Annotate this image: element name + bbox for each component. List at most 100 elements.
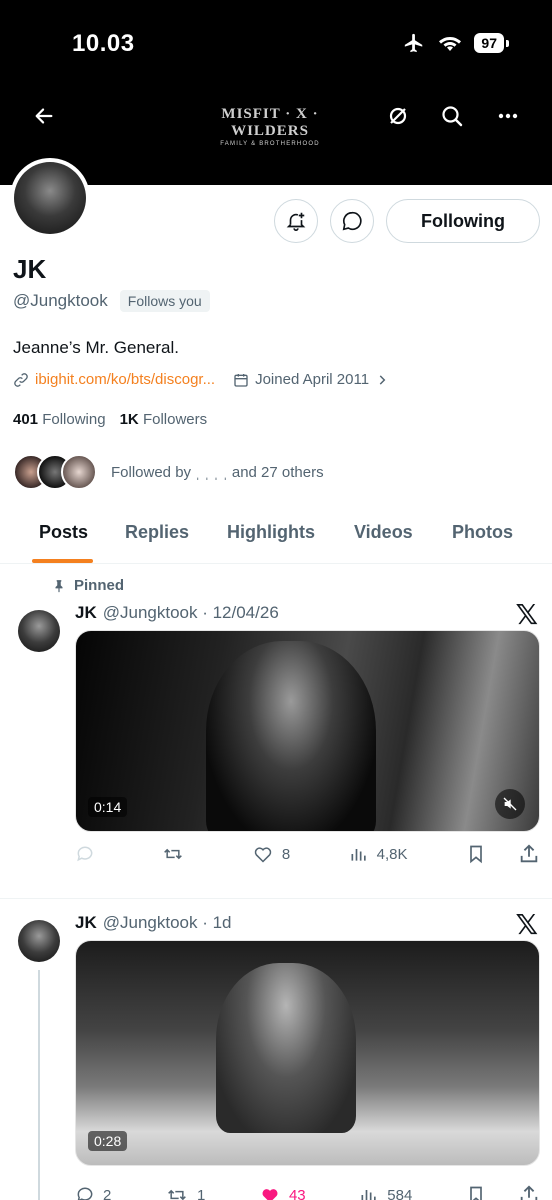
profile-handle: @Jungktook bbox=[13, 291, 108, 310]
tab-replies[interactable]: Replies bbox=[125, 522, 189, 543]
tweet-actions: 8 4,8K bbox=[75, 843, 540, 865]
profile-avatar[interactable] bbox=[10, 158, 90, 238]
tab-photos[interactable]: Photos bbox=[452, 522, 513, 543]
profile-meta: ibighit.com/ko/bts/discogr... Joined Apr… bbox=[13, 371, 389, 388]
reply-count: 2 bbox=[103, 1186, 112, 1200]
retweet-button[interactable] bbox=[161, 844, 193, 864]
grok-button[interactable] bbox=[378, 96, 418, 136]
following-label: Following bbox=[42, 411, 106, 428]
following-count: 401 bbox=[13, 411, 39, 428]
views-button[interactable]: 4,8K bbox=[349, 844, 408, 864]
share-icon[interactable] bbox=[518, 1184, 540, 1200]
tab-posts[interactable]: Posts bbox=[39, 522, 88, 543]
profile-bio: Jeanne’s Mr. General. bbox=[13, 338, 179, 357]
like-count: 43 bbox=[288, 1186, 306, 1200]
like-count: 8 bbox=[281, 845, 291, 863]
search-button[interactable] bbox=[432, 96, 472, 136]
brand-logo: MISFIT · X · WILDERS FAMILY & BROTHERHOO… bbox=[190, 106, 350, 147]
tweet-actions: 2 1 43 584 bbox=[75, 1184, 540, 1200]
follow-counts: 401 Following 1K Followers bbox=[13, 411, 207, 428]
more-horizontal-icon bbox=[498, 113, 518, 119]
tweet-divider bbox=[0, 898, 552, 899]
retweet-count: 1 bbox=[196, 1186, 206, 1200]
profile-tabs: Posts Replies Highlights Videos Photos bbox=[0, 508, 552, 564]
tweet-video[interactable]: 0:28 bbox=[75, 940, 540, 1166]
brand-title: MISFIT · X · WILDERS bbox=[221, 106, 319, 139]
status-time: 10.03 bbox=[72, 30, 135, 57]
followed-by-row[interactable]: Followed by ˌ ˌ ˌ ˌ and 27 others bbox=[13, 454, 324, 490]
follows-you-badge: Follows you bbox=[119, 290, 210, 312]
pinned-text: Pinned bbox=[74, 577, 125, 594]
video-duration: 0:28 bbox=[88, 1131, 128, 1151]
view-count: 4,8K bbox=[376, 845, 408, 863]
pinned-label: Pinned bbox=[52, 577, 124, 594]
grok-icon bbox=[389, 107, 407, 125]
profile-name: JK bbox=[13, 254, 47, 284]
top-nav: MISFIT · X · WILDERS FAMILY & BROTHERHOO… bbox=[0, 94, 552, 147]
bar-chart-icon bbox=[351, 849, 366, 861]
share-icon[interactable] bbox=[518, 843, 540, 865]
bookmark-icon[interactable] bbox=[466, 1185, 486, 1200]
following-button[interactable]: Following bbox=[386, 199, 540, 243]
back-button[interactable] bbox=[24, 96, 64, 136]
more-button[interactable] bbox=[488, 96, 528, 136]
followed-by-text: Followed by ˌ ˌ ˌ ˌ and 27 others bbox=[111, 463, 324, 481]
tweet-header: JK @Jungktook · 1d bbox=[75, 913, 232, 933]
reply-button[interactable]: 2 bbox=[75, 1185, 111, 1200]
speaker-muted-icon bbox=[503, 797, 517, 811]
reply-icon bbox=[77, 846, 93, 862]
mute-button[interactable] bbox=[495, 789, 525, 819]
followers-count-link[interactable]: 1K Followers bbox=[120, 411, 208, 428]
like-button[interactable]: 43 bbox=[259, 1185, 306, 1200]
tweet-author-meta: @Jungktook · 12/04/26 bbox=[102, 603, 279, 622]
bar-chart-icon bbox=[361, 1190, 376, 1200]
followers-count: 1K bbox=[119, 411, 139, 428]
following-count-link[interactable]: 401 Following bbox=[13, 411, 106, 428]
x-logo-icon: 𝕏 bbox=[515, 908, 538, 941]
retweet-button[interactable]: 1 bbox=[165, 1185, 205, 1200]
reply-button[interactable] bbox=[75, 844, 103, 864]
tweet-author-name[interactable]: JK bbox=[75, 603, 97, 623]
retweet-icon bbox=[164, 848, 183, 860]
status-icons: 97 bbox=[402, 32, 509, 54]
video-subject bbox=[216, 963, 356, 1133]
bookmark-icon[interactable] bbox=[466, 844, 486, 864]
calendar-icon bbox=[234, 373, 248, 387]
x-logo-icon: 𝕏 bbox=[515, 598, 538, 631]
avatar-image bbox=[14, 162, 86, 234]
tweet-avatar[interactable] bbox=[18, 920, 60, 962]
profile-link[interactable]: ibighit.com/ko/bts/discogr... bbox=[35, 371, 215, 388]
search-icon bbox=[442, 106, 463, 127]
tweet-header: JK @Jungktook · 12/04/26 bbox=[75, 603, 279, 623]
handle-row: @Jungktook Follows you bbox=[13, 290, 210, 312]
view-count: 584 bbox=[387, 1186, 413, 1200]
thread-line bbox=[38, 970, 40, 1200]
pin-icon bbox=[55, 579, 63, 592]
share-group bbox=[466, 843, 540, 865]
link-icon bbox=[14, 372, 28, 387]
tab-highlights[interactable]: Highlights bbox=[227, 522, 315, 543]
views-button[interactable]: 584 bbox=[359, 1185, 412, 1200]
tweet-author-meta: @Jungktook · 1d bbox=[102, 913, 232, 932]
video-duration: 0:14 bbox=[88, 797, 128, 817]
reply-icon bbox=[77, 1187, 93, 1200]
heart-icon bbox=[254, 847, 272, 863]
followers-label: Followers bbox=[142, 411, 208, 428]
video-subject bbox=[206, 641, 376, 831]
active-tab-indicator bbox=[32, 559, 93, 563]
heart-filled-icon bbox=[262, 1189, 278, 1200]
profile-actions: Following bbox=[274, 199, 540, 243]
chevron-right-icon[interactable] bbox=[375, 373, 389, 387]
tweet-author-name[interactable]: JK bbox=[75, 913, 97, 933]
notifications-button[interactable] bbox=[274, 199, 319, 243]
like-button[interactable]: 8 bbox=[252, 844, 290, 864]
back-arrow-icon bbox=[35, 108, 53, 124]
share-group bbox=[466, 1184, 540, 1200]
tweet-avatar[interactable] bbox=[18, 610, 60, 652]
battery-indicator: 97 bbox=[474, 33, 509, 53]
message-button[interactable] bbox=[330, 199, 375, 243]
tab-videos[interactable]: Videos bbox=[354, 522, 413, 543]
joined-date: Joined April 2011 bbox=[255, 371, 370, 388]
tweet-video[interactable]: 0:14 bbox=[75, 630, 540, 832]
airplane-icon bbox=[405, 33, 423, 53]
